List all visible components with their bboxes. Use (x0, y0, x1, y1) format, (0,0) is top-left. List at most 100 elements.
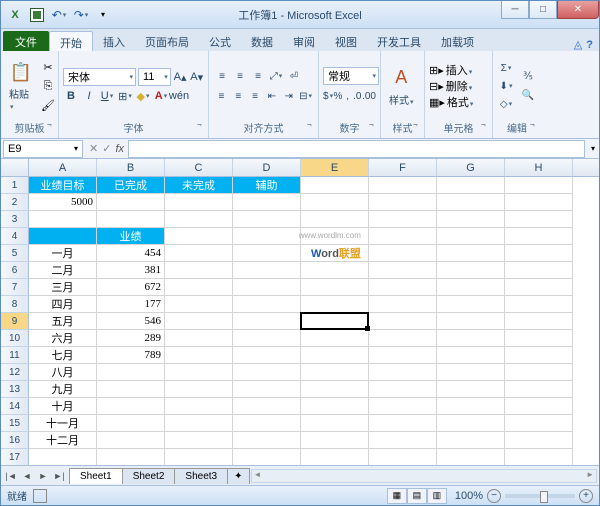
comma-icon[interactable]: , (343, 87, 353, 105)
align-right-icon[interactable]: ≡ (247, 87, 264, 105)
underline-button[interactable]: U (99, 88, 115, 104)
bold-button[interactable]: B (63, 88, 79, 104)
zoom-slider[interactable] (505, 494, 575, 498)
zoom-level[interactable]: 100% (455, 490, 483, 502)
format-painter-icon[interactable]: 🖌 (39, 96, 57, 114)
format-cells-button[interactable]: 格式 (447, 94, 474, 110)
font-color-button[interactable]: A (153, 88, 169, 104)
maximize-button[interactable]: □ (529, 1, 557, 19)
tab-formulas[interactable]: 公式 (199, 31, 241, 51)
decrease-indent-icon[interactable]: ⇤ (263, 87, 280, 105)
col-c[interactable]: C (165, 159, 233, 176)
insert-cells-icon[interactable]: ⊞▸ (429, 64, 444, 77)
font-name-combo[interactable]: 宋体 (63, 68, 136, 86)
increase-font-icon[interactable]: A▴ (173, 69, 188, 85)
decrease-decimal-icon[interactable]: .00 (362, 87, 376, 105)
tab-layout[interactable]: 页面布局 (135, 31, 199, 51)
col-h[interactable]: H (505, 159, 573, 176)
copy-icon[interactable]: ⎘ (39, 77, 57, 95)
macro-record-icon[interactable] (33, 489, 47, 503)
tab-addins[interactable]: 加载项 (431, 31, 484, 51)
cell[interactable]: 辅助 (233, 177, 301, 194)
cell[interactable]: 未完成 (165, 177, 233, 194)
help-icon[interactable]: ? (586, 39, 593, 51)
sheet-tab-2[interactable]: Sheet2 (122, 468, 176, 484)
currency-icon[interactable]: $ (323, 87, 333, 105)
fx-icon[interactable]: fx (115, 143, 124, 155)
col-g[interactable]: G (437, 159, 505, 176)
tab-developer[interactable]: 开发工具 (367, 31, 431, 51)
cell[interactable]: 已完成 (97, 177, 165, 194)
save-icon[interactable] (27, 5, 47, 25)
col-a[interactable]: A (29, 159, 97, 176)
horizontal-scrollbar[interactable] (251, 469, 598, 483)
format-cells-icon[interactable]: ▦▸ (429, 96, 445, 109)
zoom-out-button[interactable]: − (487, 489, 501, 503)
align-top-icon[interactable]: ≡ (213, 67, 231, 85)
number-format-combo[interactable]: 常规 (323, 67, 379, 85)
col-b[interactable]: B (97, 159, 165, 176)
close-button[interactable]: ✕ (557, 1, 599, 19)
col-d[interactable]: D (233, 159, 301, 176)
clear-icon[interactable]: ◇ (497, 95, 515, 113)
align-left-icon[interactable]: ≡ (213, 87, 230, 105)
cell[interactable]: 业绩 (97, 228, 165, 245)
fill-color-button[interactable]: ◆ (135, 88, 151, 104)
page-break-view-icon[interactable]: ▥ (427, 488, 447, 504)
delete-cells-icon[interactable]: ⊟▸ (429, 80, 444, 93)
tab-nav-prev-icon[interactable]: ◄ (19, 468, 35, 484)
styles-button[interactable]: A 样式 (385, 53, 418, 119)
wrap-text-icon[interactable]: ⏎ (285, 67, 303, 85)
sheet-tab-1[interactable]: Sheet1 (69, 468, 123, 484)
cell[interactable]: 5000 (29, 194, 97, 211)
phonetic-button[interactable]: wén (171, 88, 187, 104)
align-middle-icon[interactable]: ≡ (231, 67, 249, 85)
border-button[interactable]: ⊞ (117, 88, 133, 104)
cell[interactable]: 业绩目标 (29, 177, 97, 194)
enter-formula-icon[interactable]: ✓ (102, 142, 111, 155)
delete-cells-button[interactable]: 删除 (446, 78, 473, 94)
insert-cells-button[interactable]: 插入 (446, 62, 473, 78)
undo-icon[interactable]: ↶ (49, 5, 69, 25)
tab-insert[interactable]: 插入 (93, 31, 135, 51)
align-bottom-icon[interactable]: ≡ (249, 67, 267, 85)
paste-button[interactable]: 📋 粘贴 (5, 53, 37, 119)
expand-formula-icon[interactable]: ▾ (587, 144, 599, 153)
autosum-icon[interactable]: Σ (497, 59, 515, 77)
name-box[interactable]: E9▾ (3, 140, 83, 158)
orientation-icon[interactable]: ⤢ (267, 67, 285, 85)
tab-nav-first-icon[interactable]: |◄ (3, 468, 19, 484)
tab-view[interactable]: 视图 (325, 31, 367, 51)
tab-file[interactable]: 文件 (3, 31, 49, 51)
page-layout-view-icon[interactable]: ▤ (407, 488, 427, 504)
col-f[interactable]: F (369, 159, 437, 176)
minimize-ribbon-icon[interactable]: ◬ (574, 38, 582, 51)
increase-indent-icon[interactable]: ⇥ (280, 87, 297, 105)
sort-filter-icon[interactable]: ⅗ (519, 68, 537, 86)
redo-icon[interactable]: ↷ (71, 5, 91, 25)
italic-button[interactable]: I (81, 88, 97, 104)
cancel-formula-icon[interactable]: ✕ (89, 142, 98, 155)
find-select-icon[interactable]: 🔍 (519, 87, 537, 105)
decrease-font-icon[interactable]: A▾ (189, 69, 204, 85)
formula-input[interactable] (128, 140, 585, 158)
percent-icon[interactable]: % (333, 87, 343, 105)
new-sheet-icon[interactable]: ✦ (227, 468, 249, 484)
normal-view-icon[interactable]: ▦ (387, 488, 407, 504)
minimize-button[interactable]: ─ (501, 1, 529, 19)
cut-icon[interactable]: ✂ (39, 58, 57, 76)
font-size-combo[interactable]: 11 (138, 68, 171, 86)
tab-review[interactable]: 审阅 (283, 31, 325, 51)
sheet-tab-3[interactable]: Sheet3 (174, 468, 228, 484)
align-center-icon[interactable]: ≡ (230, 87, 247, 105)
col-e[interactable]: E (301, 159, 369, 176)
excel-icon[interactable]: X (5, 5, 25, 25)
grid-rows[interactable]: 1业绩目标已完成未完成辅助 25000 3 4业绩 5一月454 6二月381 … (1, 177, 599, 465)
tab-nav-next-icon[interactable]: ► (35, 468, 51, 484)
increase-decimal-icon[interactable]: .0 (352, 87, 362, 105)
merge-cells-icon[interactable]: ⊟ (297, 87, 314, 105)
select-all-corner[interactable] (1, 159, 29, 176)
qat-customize-icon[interactable]: ▾ (93, 5, 113, 25)
tab-data[interactable]: 数据 (241, 31, 283, 51)
fill-icon[interactable]: ⬇ (497, 77, 515, 95)
